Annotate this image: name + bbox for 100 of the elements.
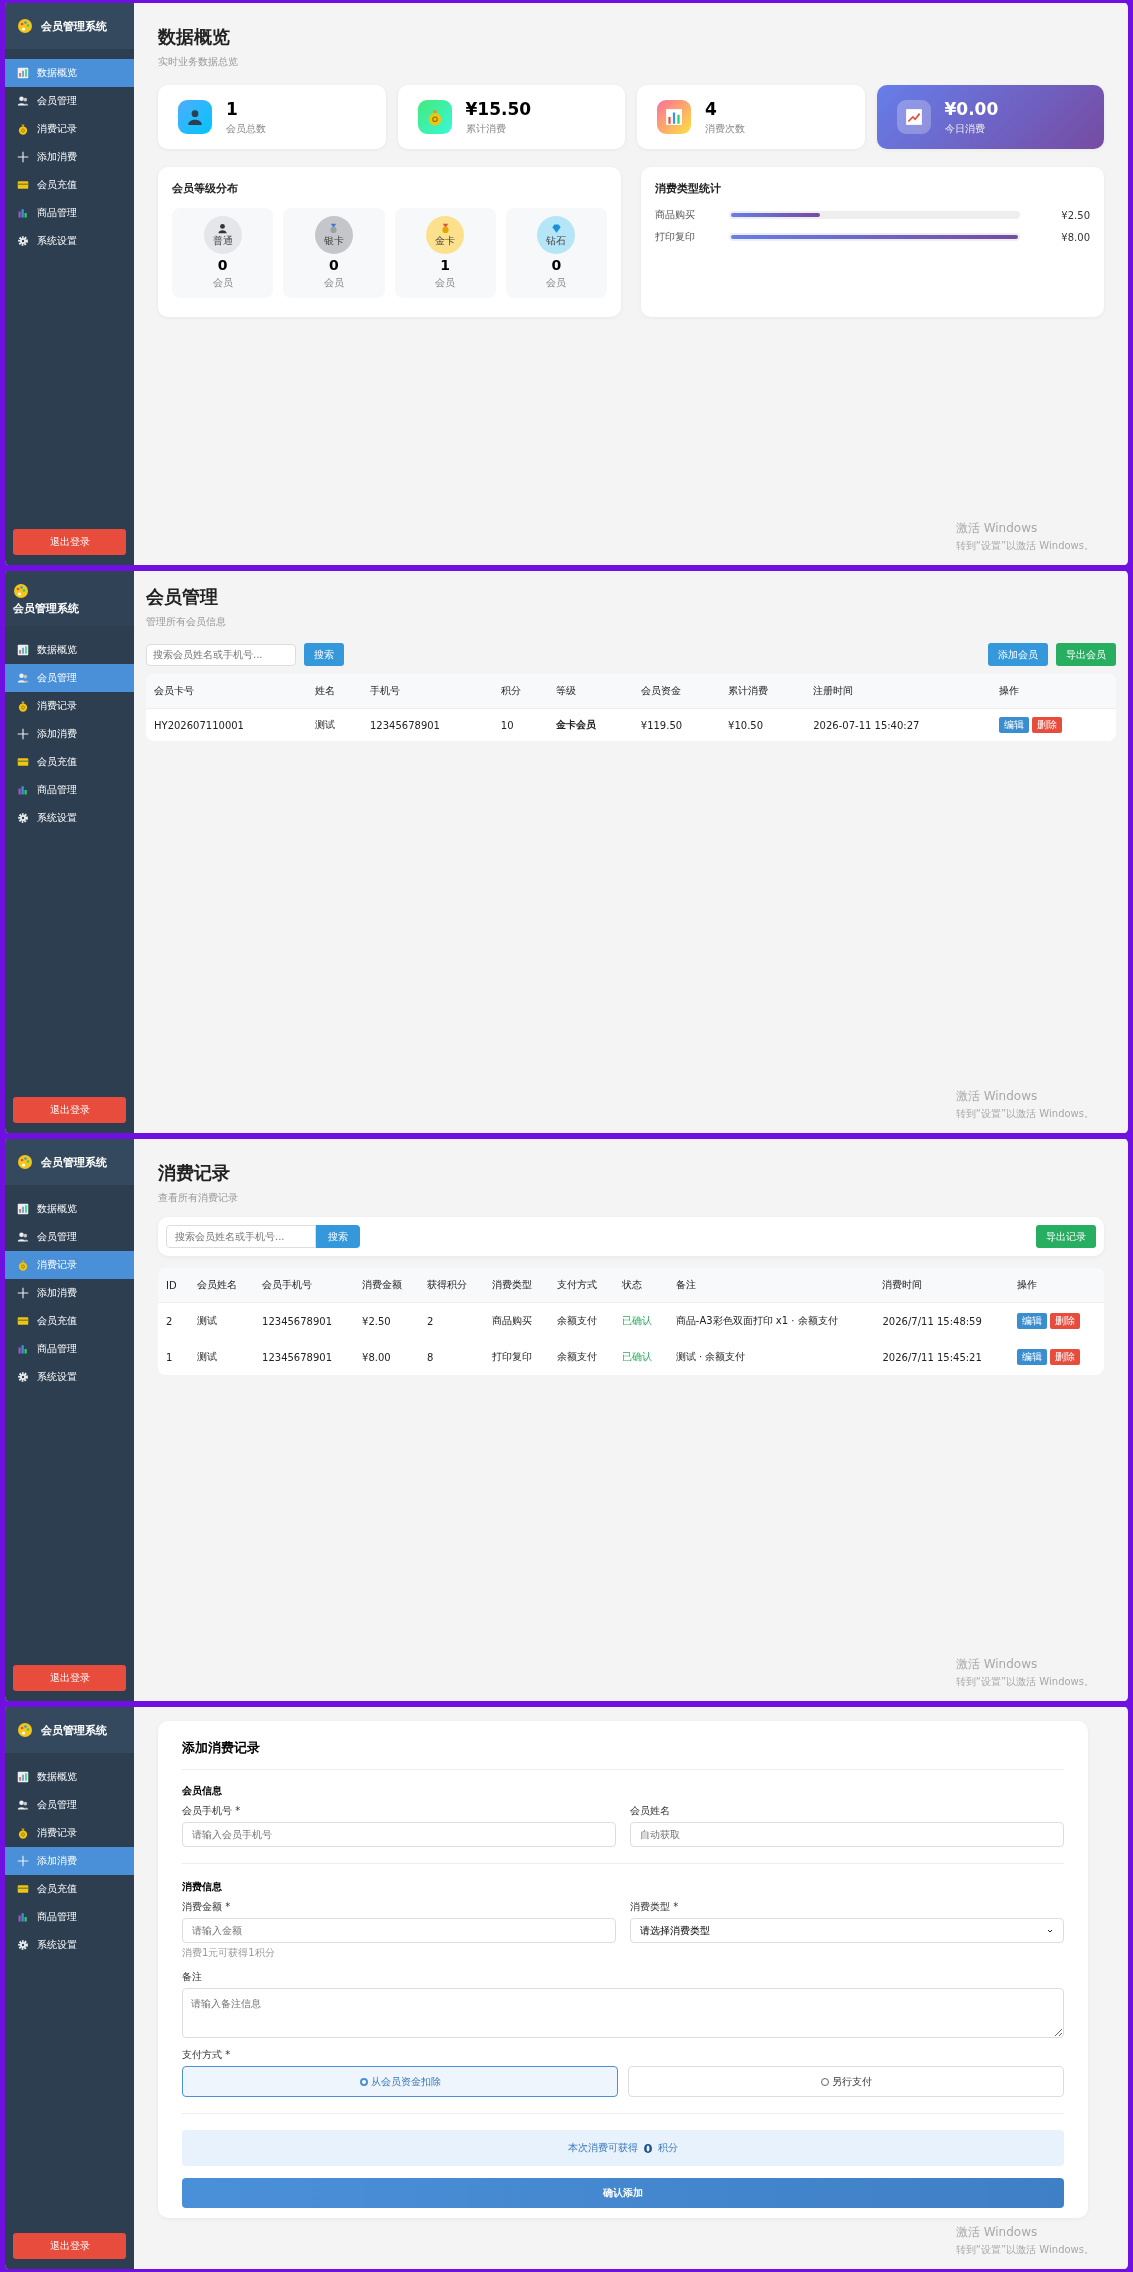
- section-title: 消费信息: [182, 1880, 222, 1894]
- table-cell: 测试: [307, 708, 362, 741]
- select-field[interactable]: 请选择消费类型: [630, 1918, 1064, 1943]
- sidebar-item[interactable]: 系统设置: [5, 1363, 134, 1391]
- settings-icon: [17, 1939, 29, 1951]
- sidebar-item[interactable]: 添加消费: [5, 1279, 134, 1307]
- column-header: 手机号: [362, 674, 493, 709]
- sidebar-item[interactable]: 商品管理: [5, 1903, 134, 1931]
- sidebar-item[interactable]: 会员管理: [5, 87, 134, 115]
- table-cell: 已确认: [614, 1339, 668, 1375]
- activation-title: 激活 Windows: [955, 2224, 1039, 2241]
- radio-button[interactable]: [359, 2077, 368, 2086]
- delete-button[interactable]: 删除: [1049, 1349, 1080, 1365]
- sidebar-item[interactable]: 系统设置: [5, 1931, 134, 1959]
- sidebar-item[interactable]: 数据概览: [5, 1195, 134, 1223]
- edit-button[interactable]: 编辑: [999, 717, 1030, 733]
- app-title: 会员管理系统: [41, 1154, 107, 1170]
- column-header: 等级: [547, 674, 633, 709]
- sidebar-item[interactable]: 系统设置: [5, 227, 134, 255]
- sidebar-item[interactable]: 添加消费: [5, 143, 134, 171]
- sidebar-item[interactable]: 数据概览: [5, 636, 134, 664]
- field-label: 消费金额 *: [182, 1900, 231, 1914]
- line-chart-icon: [896, 100, 931, 134]
- input-field[interactable]: 请输入金额: [182, 1918, 616, 1943]
- sidebar-item[interactable]: 会员充值: [5, 1307, 134, 1335]
- sidebar-item[interactable]: 商品管理: [5, 199, 134, 227]
- sidebar-item[interactable]: 商品管理: [5, 776, 134, 804]
- sidebar-item[interactable]: 消费记录: [5, 692, 134, 720]
- sidebar-item[interactable]: 会员管理: [5, 1223, 134, 1251]
- sidebar-item[interactable]: 数据概览: [5, 1763, 134, 1791]
- field-label: 会员手机号 *: [182, 1804, 241, 1818]
- bar-chart-icon: [17, 1343, 29, 1355]
- sidebar-item[interactable]: 添加消费: [5, 720, 134, 748]
- payment-option[interactable]: 从会员资金扣除: [182, 2066, 618, 2097]
- card-icon: [17, 179, 29, 191]
- input-field[interactable]: 自动获取: [630, 1822, 1064, 1847]
- sidebar-item[interactable]: 消费记录: [5, 1819, 134, 1847]
- table-cell: 10: [492, 708, 548, 741]
- people-icon: [17, 1231, 29, 1243]
- sidebar-item[interactable]: 会员充值: [5, 1875, 134, 1903]
- radio-button[interactable]: [820, 2077, 829, 2086]
- page-subtitle: 查看所有消费记录: [158, 1191, 238, 1205]
- logout-button[interactable]: 退出登录: [13, 2233, 126, 2259]
- people-icon: [178, 100, 212, 134]
- member-count: 0: [217, 257, 228, 273]
- money-bag-icon: [417, 100, 452, 134]
- person-icon: [217, 222, 229, 234]
- delete-button[interactable]: 删除: [1049, 1313, 1080, 1329]
- tile-label: 会员: [323, 276, 344, 290]
- sidebar-item[interactable]: 系统设置: [5, 804, 134, 832]
- search-field[interactable]: 搜索会员姓名或手机号...: [166, 1225, 316, 1248]
- sidebar-item[interactable]: 消费记录: [5, 115, 134, 143]
- palette-icon: [17, 1154, 33, 1170]
- column-header: 状态: [614, 1268, 668, 1303]
- people-icon: [17, 95, 29, 107]
- column-header: ID: [158, 1268, 189, 1303]
- palette-icon: [13, 583, 29, 599]
- diamond-icon: [550, 222, 562, 234]
- stat-label: 累计消费: [465, 121, 507, 136]
- level-name: 银卡: [323, 233, 344, 248]
- card-icon: [17, 756, 29, 768]
- edit-button[interactable]: 编辑: [1016, 1349, 1047, 1365]
- payment-option[interactable]: 另行支付: [628, 2066, 1064, 2097]
- remark-field[interactable]: 请输入备注信息: [182, 1988, 1064, 2038]
- money-bag-icon: [17, 123, 29, 135]
- sidebar-item[interactable]: 会员充值: [5, 748, 134, 776]
- sidebar-item[interactable]: 会员管理: [5, 1791, 134, 1819]
- member-count: 0: [551, 257, 562, 273]
- column-header: 会员资金: [632, 674, 721, 709]
- column-header: 消费金额: [354, 1268, 420, 1303]
- table-cell: 12345678901: [362, 708, 493, 741]
- activation-text: 转到“设置”以激活 Windows。: [955, 1107, 1094, 1121]
- table-cell: 打印复印: [484, 1339, 550, 1375]
- logout-button[interactable]: 退出登录: [13, 1665, 126, 1691]
- sidebar-item[interactable]: 商品管理: [5, 1335, 134, 1363]
- input-field[interactable]: 请输入会员手机号: [182, 1822, 616, 1847]
- chart-icon: [17, 1771, 29, 1783]
- stat-label: 会员总数: [226, 121, 266, 136]
- app-title: 会员管理系统: [41, 18, 107, 34]
- level-name: 金卡: [435, 233, 456, 248]
- activation-title: 激活 Windows: [955, 1088, 1039, 1105]
- table-cell: 金卡会员: [547, 708, 633, 741]
- logout-button[interactable]: 退出登录: [13, 529, 126, 555]
- delete-button[interactable]: 删除: [1032, 717, 1063, 733]
- table-cell: 8: [419, 1339, 485, 1375]
- logout-button[interactable]: 退出登录: [13, 1097, 126, 1123]
- table-cell: 测试: [189, 1339, 255, 1375]
- bar-chart-icon: [17, 1911, 29, 1923]
- edit-button[interactable]: 编辑: [1016, 1313, 1047, 1329]
- table-cell: 测试: [189, 1302, 255, 1339]
- submit-button[interactable]: 确认添加: [182, 2178, 1064, 2208]
- search-field[interactable]: 搜索会员姓名或手机号...: [146, 643, 296, 666]
- table-cell: 2026/7/11 15:48:59: [874, 1302, 1009, 1339]
- sidebar-item[interactable]: 会员充值: [5, 171, 134, 199]
- panel-title: 会员等级分布: [172, 181, 239, 196]
- people-icon: [17, 672, 29, 684]
- column-header: 姓名: [307, 674, 362, 709]
- field-label: 会员姓名: [630, 1804, 670, 1818]
- stat-value: ¥0.00: [944, 98, 999, 119]
- form-title: 添加消费记录: [182, 1739, 1064, 1770]
